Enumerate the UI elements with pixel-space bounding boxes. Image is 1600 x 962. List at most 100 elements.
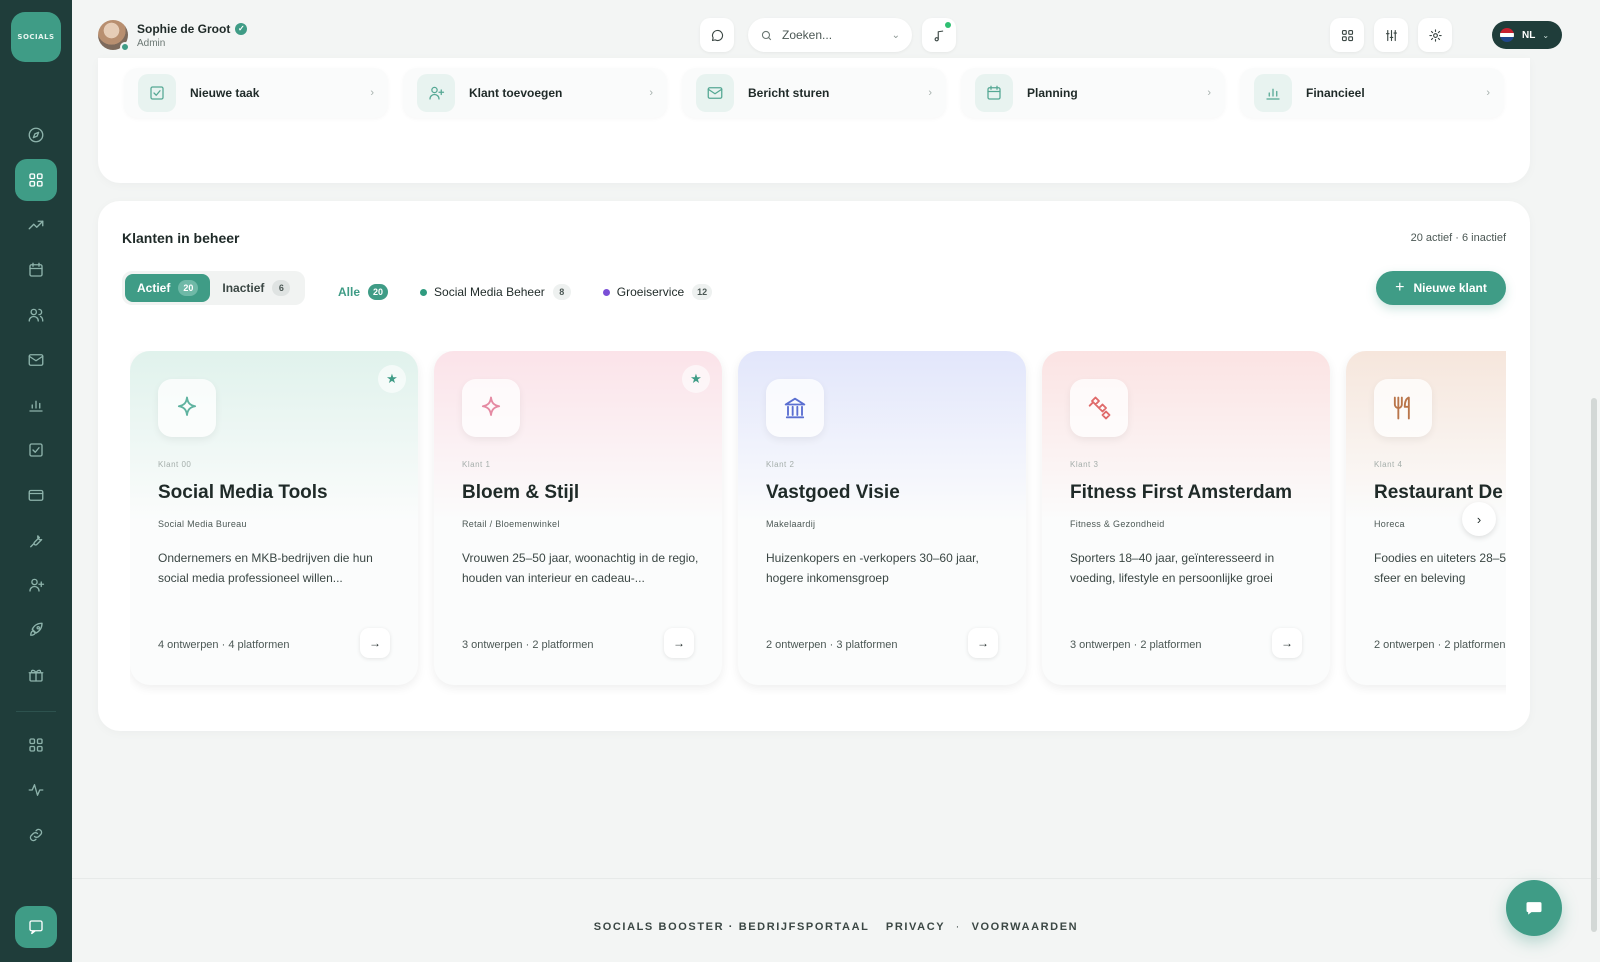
client-card[interactable]: Klant 3 Fitness First Amsterdam Fitness … bbox=[1042, 351, 1330, 685]
count-badge: 6 bbox=[272, 280, 291, 296]
arrow-right-icon: → bbox=[977, 636, 989, 650]
chevron-right-icon: › bbox=[649, 87, 653, 99]
segment-active[interactable]: Actief 20 bbox=[125, 274, 211, 302]
open-client-button[interactable]: → bbox=[968, 628, 998, 658]
new-client-button[interactable]: + Nieuwe klant bbox=[1376, 271, 1506, 305]
sidebar-item-rewards[interactable] bbox=[15, 654, 57, 696]
star-icon[interactable]: ★ bbox=[378, 365, 406, 393]
status-dot bbox=[420, 288, 428, 296]
quick-action-add-client[interactable]: Klant toevoegen › bbox=[403, 68, 667, 118]
client-logo bbox=[1070, 379, 1128, 437]
client-category: Makelaardij bbox=[766, 519, 816, 529]
sidebar-item-tools[interactable] bbox=[15, 519, 57, 561]
arrow-right-icon: → bbox=[673, 636, 685, 650]
page-scrollbar[interactable] bbox=[1591, 398, 1597, 932]
client-number: Klant 4 bbox=[1374, 460, 1403, 469]
count-badge: 8 bbox=[552, 284, 571, 300]
sparkle-icon bbox=[177, 396, 197, 416]
chevron-down-icon: ⌄ bbox=[891, 29, 900, 41]
segment-label: Inactief bbox=[222, 281, 265, 295]
count-badge: 20 bbox=[368, 284, 389, 300]
language-selector[interactable]: NL ⌄ bbox=[1492, 21, 1562, 49]
sidebar-item-apps[interactable] bbox=[15, 724, 57, 766]
sidebar-item-users[interactable] bbox=[15, 294, 57, 336]
client-category: Social Media Bureau bbox=[158, 519, 247, 529]
sidebar-item-launch[interactable] bbox=[15, 609, 57, 651]
sidebar-item-links[interactable] bbox=[15, 814, 57, 856]
sidebar-item-growth[interactable] bbox=[15, 204, 57, 246]
online-status-dot bbox=[120, 42, 130, 52]
compass-icon bbox=[28, 127, 44, 143]
filter-label: Alle bbox=[338, 285, 361, 299]
service-filters: Alle 20 Social Media Beheer 8 Groeiservi… bbox=[326, 277, 732, 307]
sidebar-item-activity[interactable] bbox=[15, 769, 57, 811]
sidebar-chat-button[interactable] bbox=[15, 906, 57, 948]
chat-icon bbox=[29, 920, 43, 935]
quick-action-label: Nieuwe taak bbox=[190, 86, 260, 100]
settings-button[interactable] bbox=[1418, 18, 1452, 52]
filter-growth-service[interactable]: Groeiservice 12 bbox=[591, 277, 724, 307]
apps-icon bbox=[29, 738, 43, 752]
messages-button[interactable] bbox=[700, 18, 734, 52]
search-icon bbox=[761, 30, 772, 40]
sidebar-item-explore[interactable] bbox=[15, 114, 57, 156]
sidebar-item-billing[interactable] bbox=[15, 474, 57, 516]
client-card[interactable]: Klant 2 Vastgoed Visie Makelaardij Huize… bbox=[738, 351, 1026, 685]
open-client-button[interactable]: → bbox=[664, 628, 694, 658]
open-client-button[interactable]: → bbox=[360, 628, 390, 658]
music-button[interactable] bbox=[922, 18, 956, 52]
quick-action-label: Financieel bbox=[1306, 86, 1365, 100]
arrow-right-icon: → bbox=[1281, 636, 1293, 650]
button-label: Nieuwe klant bbox=[1413, 281, 1487, 295]
quick-action-new-task[interactable]: Nieuwe taak › bbox=[124, 68, 388, 118]
client-logo bbox=[1374, 379, 1432, 437]
count-badge: 12 bbox=[692, 284, 713, 300]
privacy-link[interactable]: PRIVACY bbox=[886, 921, 945, 933]
client-card[interactable]: ★ Klant 1 Bloem & Stijl Retail / Bloemen… bbox=[434, 351, 722, 685]
sidebar-item-messages[interactable] bbox=[15, 339, 57, 381]
dumbbell-icon bbox=[1088, 396, 1111, 420]
sidebar-item-team[interactable] bbox=[15, 564, 57, 606]
carousel-next-button[interactable]: › bbox=[1462, 502, 1496, 536]
chat-support-button[interactable] bbox=[1506, 880, 1562, 936]
client-category: Fitness & Gezondheid bbox=[1070, 519, 1165, 529]
client-card[interactable]: ★ Klant 00 Social Media Tools Social Med… bbox=[130, 351, 418, 685]
calendar-icon bbox=[29, 262, 43, 277]
filter-all[interactable]: Alle 20 bbox=[326, 277, 400, 307]
sidebar-item-calendar[interactable] bbox=[15, 249, 57, 291]
open-client-button[interactable]: → bbox=[1272, 628, 1302, 658]
app-logo[interactable]: SOCIALS bbox=[11, 12, 61, 62]
filter-label: Social Media Beheer bbox=[434, 285, 545, 299]
search-input[interactable] bbox=[782, 28, 882, 42]
activity-icon bbox=[28, 784, 44, 796]
sidebar-item-analytics[interactable] bbox=[15, 384, 57, 426]
client-logo bbox=[462, 379, 520, 437]
sidebar-item-dashboard[interactable] bbox=[15, 159, 57, 201]
client-description: Ondernemers en MKB-bedrijven die hun soc… bbox=[158, 551, 373, 585]
filter-label: Groeiservice bbox=[616, 285, 685, 299]
user-profile[interactable]: Sophie de Groot ✓ Admin bbox=[98, 20, 248, 52]
widgets-button[interactable] bbox=[1330, 18, 1364, 52]
bar-chart-icon bbox=[29, 400, 43, 412]
client-name: Social Media Tools bbox=[158, 482, 328, 503]
client-meta: 3 ontwerpen · 2 platformen bbox=[1070, 639, 1202, 651]
search-box[interactable]: ⌄ bbox=[748, 18, 912, 52]
sidebar: SOCIALS bbox=[0, 0, 72, 962]
mail-icon bbox=[707, 87, 723, 99]
footer: SOCIALS BOOSTER · BEDRIJFSPORTAAL PRIVAC… bbox=[72, 921, 1600, 933]
filter-social-media-management[interactable]: Social Media Beheer 8 bbox=[408, 277, 583, 307]
quick-action-send-message[interactable]: Bericht sturen › bbox=[682, 68, 946, 118]
mail-icon bbox=[28, 354, 44, 366]
star-icon[interactable]: ★ bbox=[682, 365, 710, 393]
filters-button[interactable] bbox=[1374, 18, 1408, 52]
client-carousel: ★ Klant 00 Social Media Tools Social Med… bbox=[130, 351, 1506, 695]
terms-link[interactable]: VOORWAARDEN bbox=[972, 921, 1079, 933]
quick-action-financial[interactable]: Financieel › bbox=[1240, 68, 1504, 118]
sliders-icon bbox=[1385, 29, 1397, 41]
music-icon bbox=[934, 30, 943, 41]
sidebar-nav bbox=[15, 114, 57, 859]
quick-action-planning[interactable]: Planning › bbox=[961, 68, 1225, 118]
segment-inactive[interactable]: Inactief 6 bbox=[210, 274, 302, 302]
rocket-icon bbox=[30, 622, 43, 636]
sidebar-item-tasks[interactable] bbox=[15, 429, 57, 471]
